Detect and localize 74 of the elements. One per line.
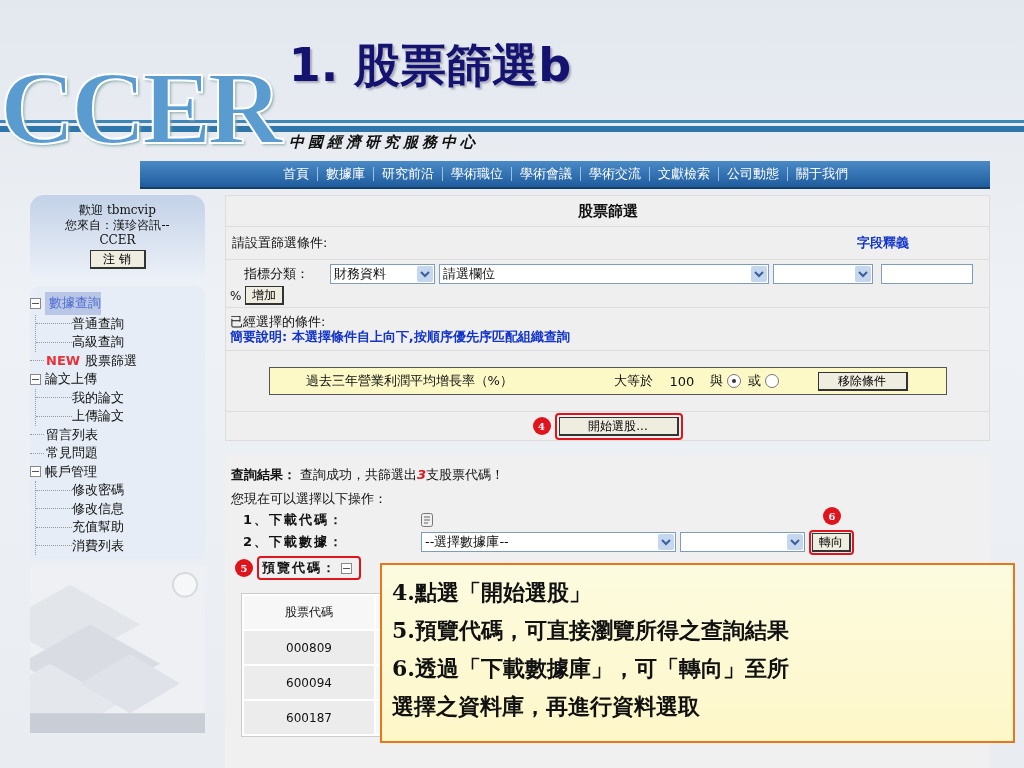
logic-label: 與 xyxy=(709,372,723,390)
tree-item[interactable]: 論文上傳 xyxy=(45,370,97,389)
nav-link[interactable]: 研究前沿 xyxy=(373,165,442,183)
tree-item[interactable]: 消費列表 xyxy=(72,536,124,555)
nav-link[interactable]: 關于我們 xyxy=(787,165,856,183)
note-text: 簡要說明: 本選擇條件自上向下,按順序優先序匹配組織查詢 xyxy=(230,329,571,344)
prompt-text: 請設置篩選條件: xyxy=(232,234,328,252)
nav-link[interactable]: 公司動態 xyxy=(718,165,787,183)
remove-button[interactable]: 移除條件 xyxy=(817,371,908,391)
subtitle: 中國經濟研究服務中心 xyxy=(288,133,480,152)
add-button[interactable]: 增加 xyxy=(245,286,285,305)
logout-button[interactable]: 注 销 xyxy=(89,250,146,269)
slide-title: 1. 股票篩選b xyxy=(288,37,572,94)
logic-label: 或 xyxy=(747,372,761,390)
tree-item[interactable]: 充值幫助 xyxy=(72,518,124,537)
nav-link[interactable]: 數據庫 xyxy=(317,165,373,183)
nav-link[interactable]: 文獻檢索 xyxy=(649,165,718,183)
selected-label: 已經選擇的條件: xyxy=(230,314,327,329)
condition-value: 100 xyxy=(669,373,696,389)
column-header: 股票代碼 xyxy=(244,596,374,629)
operator-select[interactable] xyxy=(773,264,873,284)
user-origin: 您來自：漢珍咨訊--CCER xyxy=(64,218,171,248)
tree-item[interactable]: 高級查詢 xyxy=(72,333,124,352)
callout-text: 5.預覽代碼，可直接瀏覽所得之查詢結果 xyxy=(392,616,790,645)
document-icon[interactable] xyxy=(421,513,433,527)
step-badge: 6 xyxy=(823,507,841,525)
action-label: 1、下載代碼： xyxy=(243,511,346,529)
step-badge: 5 xyxy=(235,559,253,577)
condition-name: 過去三年營業利潤平均增長率（%） xyxy=(305,372,514,390)
percent-sign: % xyxy=(230,288,242,303)
panel-title: 股票篩選 xyxy=(577,201,638,221)
radio-button[interactable] xyxy=(764,374,779,388)
help-link[interactable]: 字段釋義 xyxy=(857,234,909,252)
tree-item[interactable]: 帳戶管理 xyxy=(45,462,97,481)
tree-item[interactable]: 上傳論文 xyxy=(72,407,124,426)
database-select[interactable]: --選擇數據庫-- xyxy=(421,532,676,552)
tree-item[interactable]: 常見問題 xyxy=(46,444,98,463)
nav-link[interactable]: 學術會議 xyxy=(511,165,580,183)
nav-link[interactable]: 學術交流 xyxy=(580,165,649,183)
tree-item[interactable]: 普通查詢 xyxy=(72,314,124,333)
table-cell: 600094 xyxy=(244,666,374,699)
nav-link[interactable]: 首頁 xyxy=(274,165,317,183)
new-label: NEW xyxy=(46,351,81,370)
tree-item[interactable]: 修改密碼 xyxy=(72,481,124,500)
condition-operator: 大等於 xyxy=(613,372,654,390)
result-label: 查詢結果： xyxy=(231,466,296,484)
category-label: 指標分類： xyxy=(244,265,310,283)
tree-item[interactable]: 我的論文 xyxy=(72,388,124,407)
callout-text: 選擇之資料庫，再進行資料選取 xyxy=(392,692,701,721)
table-cell: 600187 xyxy=(244,701,374,734)
collapse-icon[interactable] xyxy=(30,373,41,385)
result-text: 查詢成功，共篩選出3支股票代碼！ xyxy=(300,466,505,484)
callout-text: 6.透過「下載數據庫」，可「轉向」至所 xyxy=(392,654,790,683)
step-badge: 4 xyxy=(532,417,551,435)
nav-link[interactable]: 學術職位 xyxy=(442,165,511,183)
callout-text: 4.點選「開始選股」 xyxy=(392,578,592,607)
category-select[interactable]: 財務資料 xyxy=(330,264,435,284)
field-select[interactable]: 請選欄位 xyxy=(439,264,769,284)
collapse-icon[interactable] xyxy=(341,562,352,574)
actions-intro: 您現在可以選擇以下操作： xyxy=(231,490,388,508)
tree-item[interactable]: 留言列表 xyxy=(46,425,98,444)
start-button[interactable]: 開始選股... xyxy=(558,416,679,436)
value-input[interactable] xyxy=(881,264,973,284)
tree-item[interactable]: 股票篩選 xyxy=(85,351,138,370)
action-label: 預覽代碼： xyxy=(262,559,337,577)
collapse-icon[interactable] xyxy=(30,297,41,309)
collapse-icon[interactable] xyxy=(30,466,41,478)
tree-item[interactable]: 修改信息 xyxy=(72,499,124,518)
radio-button[interactable] xyxy=(726,374,741,388)
action-label: 2、下載數據： xyxy=(243,533,346,551)
table-cell: 000809 xyxy=(244,631,374,664)
table-select[interactable] xyxy=(680,532,805,552)
welcome-text: 歡迎 tbmcvip xyxy=(79,203,156,218)
redirect-button[interactable]: 轉向 xyxy=(812,532,851,552)
